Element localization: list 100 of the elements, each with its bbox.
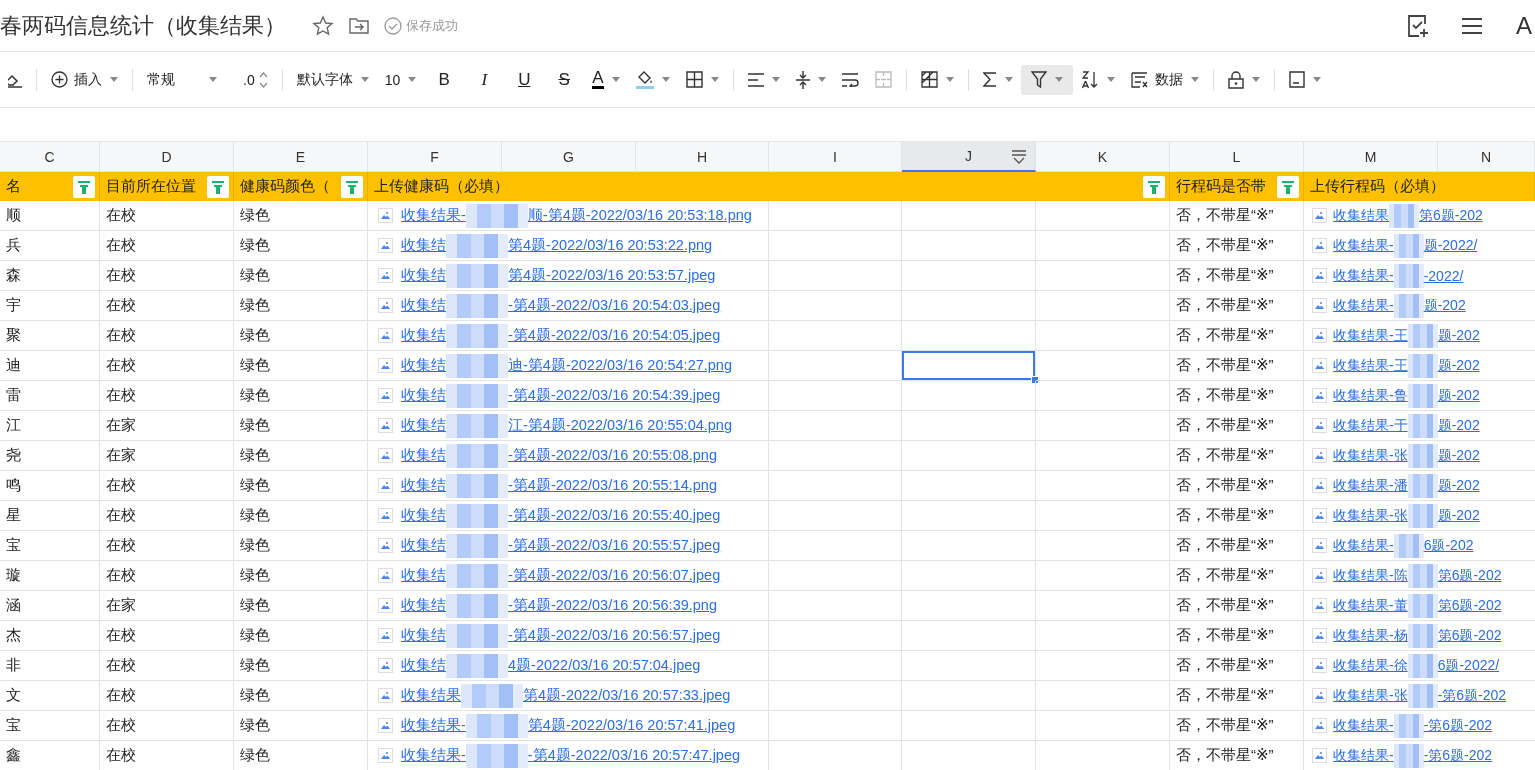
table-cell[interactable]: [769, 621, 902, 651]
file-link[interactable]: 收集结 -第4题-2022/03/16 20:54:03.jpeg: [401, 293, 721, 318]
file-link[interactable]: 收集结 4题-2022/03/16 20:57:04.jpeg: [401, 653, 701, 678]
table-cell[interactable]: [769, 291, 902, 321]
table-cell[interactable]: [1036, 501, 1170, 531]
file-link[interactable]: 收集结果- -第6题-202: [1333, 713, 1493, 738]
table-cell[interactable]: [769, 351, 902, 381]
file-link[interactable]: 收集结果- 题-2022/: [1333, 233, 1478, 258]
table-cell[interactable]: [769, 501, 902, 531]
table-cell[interactable]: [1036, 471, 1170, 501]
table-cell[interactable]: [769, 321, 902, 351]
table-cell[interactable]: [769, 381, 902, 411]
file-link[interactable]: 收集结 第4题-2022/03/16 20:53:22.png: [401, 233, 713, 258]
font-button[interactable]: A: [1513, 11, 1535, 40]
table-cell[interactable]: [902, 321, 1036, 351]
filter-icon[interactable]: [207, 175, 229, 198]
table-cell[interactable]: [902, 261, 1036, 291]
table-cell[interactable]: [1036, 351, 1170, 381]
file-link[interactable]: 收集结果-王 题-202: [1333, 323, 1480, 348]
file-link[interactable]: 收集结果- 顺-第4题-2022/03/16 20:53:18.png: [401, 203, 752, 228]
table-cell[interactable]: [1036, 231, 1170, 261]
table-cell[interactable]: [902, 621, 1036, 651]
table-cell[interactable]: [902, 471, 1036, 501]
file-link[interactable]: 收集结 -第4题-2022/03/16 20:55:57.jpeg: [401, 533, 721, 558]
table-cell[interactable]: [902, 381, 1036, 411]
file-link[interactable]: 收集结果-张 题-202: [1333, 443, 1480, 468]
font-size-dropdown[interactable]: 10: [376, 64, 425, 95]
table-cell[interactable]: [769, 441, 902, 471]
table-cell[interactable]: [902, 561, 1036, 591]
table-cell[interactable]: [902, 591, 1036, 621]
filter-button[interactable]: [1020, 64, 1073, 95]
table-cell[interactable]: [902, 291, 1036, 321]
table-cell[interactable]: [1036, 711, 1170, 741]
table-cell[interactable]: [1036, 381, 1170, 411]
table-cell[interactable]: [902, 711, 1036, 741]
text-color-button[interactable]: A: [584, 64, 628, 95]
file-link[interactable]: 收集结 -第4题-2022/03/16 20:56:07.jpeg: [401, 563, 721, 588]
insert-button[interactable]: 插入: [43, 64, 126, 95]
table-cell[interactable]: [902, 411, 1036, 441]
table-cell[interactable]: [902, 681, 1036, 711]
table-cell[interactable]: [769, 411, 902, 441]
table-cell[interactable]: [1036, 651, 1170, 681]
file-link[interactable]: 收集结果-张 题-202: [1333, 503, 1480, 528]
file-link[interactable]: 收集结 -第4题-2022/03/16 20:55:40.jpeg: [401, 503, 721, 528]
table-cell[interactable]: [1036, 201, 1170, 231]
table-cell[interactable]: [902, 351, 1036, 381]
file-link[interactable]: 收集结 -第4题-2022/03/16 20:56:57.jpeg: [401, 623, 721, 648]
filter-icon[interactable]: [1143, 175, 1165, 198]
table-cell[interactable]: [1036, 591, 1170, 621]
file-link[interactable]: 收集结果-王 题-202: [1333, 353, 1480, 378]
underline-button[interactable]: U: [506, 64, 543, 95]
document-check-icon[interactable]: [1405, 12, 1431, 39]
table-cell[interactable]: [1036, 261, 1170, 291]
table-cell[interactable]: [902, 501, 1036, 531]
file-link[interactable]: 收集结果-徐 6题-2022/: [1333, 653, 1500, 678]
file-link[interactable]: 收集结果-陈 第6题-202: [1333, 563, 1502, 588]
table-cell[interactable]: [769, 531, 902, 561]
column-header[interactable]: J: [902, 142, 1036, 172]
star-icon[interactable]: [312, 14, 334, 37]
table-cell[interactable]: [1036, 621, 1170, 651]
file-link[interactable]: 收集结果 第6题-202: [1333, 203, 1483, 228]
file-link[interactable]: 收集结 -第4题-2022/03/16 20:56:39.png: [401, 593, 717, 618]
table-cell[interactable]: [769, 681, 902, 711]
file-link[interactable]: 收集结果-于 题-202: [1333, 413, 1480, 438]
table-cell[interactable]: [1036, 321, 1170, 351]
file-link[interactable]: 收集结果- 第4题-2022/03/16 20:57:41.jpeg: [401, 713, 736, 738]
table-cell[interactable]: [769, 561, 902, 591]
filter-icon[interactable]: [341, 175, 363, 198]
column-menu-icon[interactable]: [1011, 150, 1027, 164]
table-cell[interactable]: [1036, 441, 1170, 471]
file-link[interactable]: 收集结果- -2022/: [1333, 263, 1464, 288]
table-cell[interactable]: [1036, 291, 1170, 321]
table-cell[interactable]: [1036, 561, 1170, 591]
table-cell[interactable]: [769, 471, 902, 501]
file-link[interactable]: 收集结 第4题-2022/03/16 20:53:57.jpeg: [401, 263, 716, 288]
file-link[interactable]: 收集结 -第4题-2022/03/16 20:54:05.jpeg: [401, 323, 721, 348]
table-cell[interactable]: [769, 651, 902, 681]
menu-icon[interactable]: [1461, 16, 1483, 35]
table-cell[interactable]: [769, 711, 902, 741]
strikethrough-button[interactable]: S: [546, 64, 583, 95]
file-link[interactable]: 收集结 -第4题-2022/03/16 20:55:08.png: [401, 443, 717, 468]
file-link[interactable]: 收集结 江-第4题-2022/03/16 20:55:04.png: [401, 413, 732, 438]
file-link[interactable]: 收集结果- -第6题-202: [1333, 743, 1493, 768]
table-cell[interactable]: [902, 651, 1036, 681]
table-cell[interactable]: [769, 201, 902, 231]
table-cell[interactable]: [902, 441, 1036, 471]
number-format-dropdown[interactable]: 常规: [139, 64, 225, 95]
file-link[interactable]: 收集结果 第4题-2022/03/16 20:57:33.jpeg: [401, 683, 731, 708]
file-link[interactable]: 收集结果-鲁 题-202: [1333, 383, 1480, 408]
table-cell[interactable]: [902, 201, 1036, 231]
decimal-button[interactable]: .0: [235, 64, 276, 95]
table-cell[interactable]: [769, 261, 902, 291]
table-cell[interactable]: [769, 591, 902, 621]
file-link[interactable]: 收集结果-杨 第6题-202: [1333, 623, 1502, 648]
table-cell[interactable]: [1036, 681, 1170, 711]
file-link[interactable]: 收集结果-潘 题-202: [1333, 473, 1480, 498]
font-dropdown[interactable]: 默认字体: [288, 64, 377, 95]
file-link[interactable]: 收集结果- 6题-202: [1333, 533, 1474, 558]
italic-button[interactable]: I: [466, 64, 503, 95]
table-cell[interactable]: [1036, 531, 1170, 561]
